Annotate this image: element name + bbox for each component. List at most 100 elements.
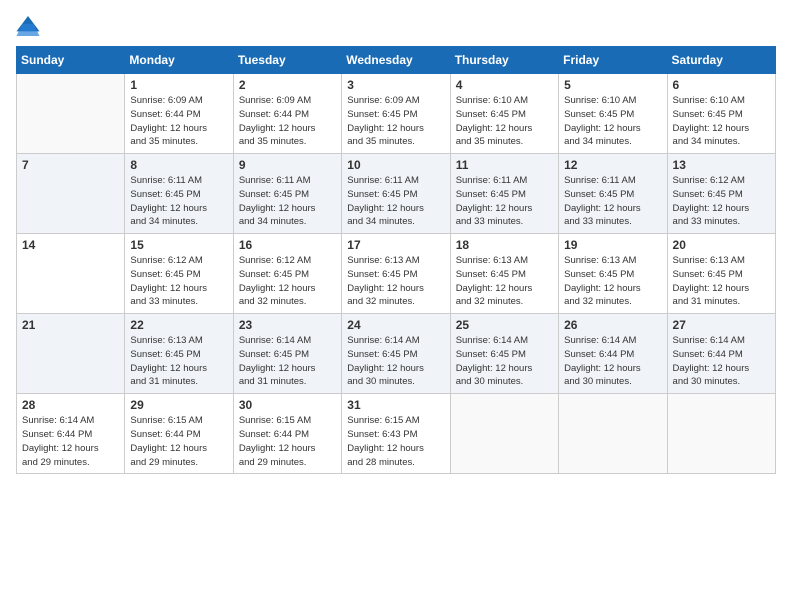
calendar-cell: 12 Sunrise: 6:11 AM Sunset: 6:45 PM Dayli… [559, 154, 667, 234]
calendar-cell: 17Sunrise: 6:13 AM Sunset: 6:45 PM Dayli… [342, 234, 450, 314]
day-info: Sunrise: 6:09 AM Sunset: 6:44 PM Dayligh… [239, 94, 336, 149]
day-header-wednesday: Wednesday [342, 47, 450, 74]
calendar-cell: 25Sunrise: 6:14 AM Sunset: 6:45 PM Dayli… [450, 314, 558, 394]
calendar-table: SundayMondayTuesdayWednesdayThursdayFrid… [16, 46, 776, 474]
day-info: Sunrise: 6:14 AM Sunset: 6:44 PM Dayligh… [673, 334, 770, 389]
calendar-cell: 5 Sunrise: 6:10 AM Sunset: 6:45 PM Daylig… [559, 74, 667, 154]
day-number: 13 [673, 158, 770, 172]
day-info: Sunrise: 6:10 AM Sunset: 6:45 PM Dayligh… [456, 94, 553, 149]
week-row-1: 1 Sunrise: 6:09 AM Sunset: 6:44 PM Daylig… [17, 74, 776, 154]
day-info: Sunrise: 6:14 AM Sunset: 6:44 PM Dayligh… [22, 414, 119, 469]
day-number: 22 [130, 318, 227, 332]
calendar-cell [667, 394, 775, 474]
day-info: Sunrise: 6:10 AM Sunset: 6:45 PM Dayligh… [564, 94, 661, 149]
calendar-cell: 26 Sunrise: 6:14 AM Sunset: 6:44 PM Dayli… [559, 314, 667, 394]
day-number: 29 [130, 398, 227, 412]
calendar-cell: 6Sunrise: 6:10 AM Sunset: 6:45 PM Daylig… [667, 74, 775, 154]
day-number: 3 [347, 78, 444, 92]
calendar-cell: 23 Sunrise: 6:14 AM Sunset: 6:45 PM Dayli… [233, 314, 341, 394]
calendar-cell: 21 [17, 314, 125, 394]
logo [16, 16, 44, 36]
day-number: 30 [239, 398, 336, 412]
day-header-thursday: Thursday [450, 47, 558, 74]
day-number: 31 [347, 398, 444, 412]
day-info: Sunrise: 6:11 AM Sunset: 6:45 PM Dayligh… [347, 174, 444, 229]
calendar-cell: 2 Sunrise: 6:09 AM Sunset: 6:44 PM Daylig… [233, 74, 341, 154]
day-info: Sunrise: 6:11 AM Sunset: 6:45 PM Dayligh… [130, 174, 227, 229]
calendar-cell: 24 Sunrise: 6:14 AM Sunset: 6:45 PM Dayli… [342, 314, 450, 394]
day-info: Sunrise: 6:15 AM Sunset: 6:44 PM Dayligh… [239, 414, 336, 469]
day-header-saturday: Saturday [667, 47, 775, 74]
day-info: Sunrise: 6:13 AM Sunset: 6:45 PM Dayligh… [347, 254, 444, 309]
calendar-cell: 8 Sunrise: 6:11 AM Sunset: 6:45 PM Daylig… [125, 154, 233, 234]
calendar-cell: 29 Sunrise: 6:15 AM Sunset: 6:44 PM Dayli… [125, 394, 233, 474]
day-info: Sunrise: 6:15 AM Sunset: 6:43 PM Dayligh… [347, 414, 444, 469]
day-number: 16 [239, 238, 336, 252]
day-number: 27 [673, 318, 770, 332]
calendar-cell: 7 [17, 154, 125, 234]
day-info: Sunrise: 6:12 AM Sunset: 6:45 PM Dayligh… [239, 254, 336, 309]
day-info: Sunrise: 6:12 AM Sunset: 6:45 PM Dayligh… [130, 254, 227, 309]
calendar-cell [450, 394, 558, 474]
day-header-friday: Friday [559, 47, 667, 74]
calendar-cell [17, 74, 125, 154]
day-number: 25 [456, 318, 553, 332]
week-row-2: 78 Sunrise: 6:11 AM Sunset: 6:45 PM Dayli… [17, 154, 776, 234]
day-number: 5 [564, 78, 661, 92]
calendar-cell: 31 Sunrise: 6:15 AM Sunset: 6:43 PM Dayli… [342, 394, 450, 474]
day-number: 4 [456, 78, 553, 92]
calendar-cell: 27 Sunrise: 6:14 AM Sunset: 6:44 PM Dayli… [667, 314, 775, 394]
week-row-3: 14 15 Sunrise: 6:12 AM Sunset: 6:45 PM Day… [17, 234, 776, 314]
day-info: Sunrise: 6:14 AM Sunset: 6:45 PM Dayligh… [347, 334, 444, 389]
day-number: 28 [22, 398, 119, 412]
calendar-cell: 28 Sunrise: 6:14 AM Sunset: 6:44 PM Dayli… [17, 394, 125, 474]
day-info: Sunrise: 6:12 AM Sunset: 6:45 PM Dayligh… [673, 174, 770, 229]
calendar-cell: 22Sunrise: 6:13 AM Sunset: 6:45 PM Dayli… [125, 314, 233, 394]
day-number: 6 [673, 78, 770, 92]
calendar-cell: 3Sunrise: 6:09 AM Sunset: 6:45 PM Daylig… [342, 74, 450, 154]
calendar-cell: 4 Sunrise: 6:10 AM Sunset: 6:45 PM Daylig… [450, 74, 558, 154]
calendar-cell: 15 Sunrise: 6:12 AM Sunset: 6:45 PM Dayli… [125, 234, 233, 314]
calendar-cell: 18 Sunrise: 6:13 AM Sunset: 6:45 PM Dayli… [450, 234, 558, 314]
day-number: 21 [22, 318, 119, 332]
calendar-cell: 10 Sunrise: 6:11 AM Sunset: 6:45 PM Dayli… [342, 154, 450, 234]
day-info: Sunrise: 6:13 AM Sunset: 6:45 PM Dayligh… [564, 254, 661, 309]
day-number: 12 [564, 158, 661, 172]
calendar-cell [559, 394, 667, 474]
day-number: 20 [673, 238, 770, 252]
calendar-cell: 1Sunrise: 6:09 AM Sunset: 6:44 PM Daylig… [125, 74, 233, 154]
day-info: Sunrise: 6:14 AM Sunset: 6:44 PM Dayligh… [564, 334, 661, 389]
calendar-cell: 20 Sunrise: 6:13 AM Sunset: 6:45 PM Dayli… [667, 234, 775, 314]
day-number: 2 [239, 78, 336, 92]
day-info: Sunrise: 6:14 AM Sunset: 6:45 PM Dayligh… [239, 334, 336, 389]
days-header-row: SundayMondayTuesdayWednesdayThursdayFrid… [17, 47, 776, 74]
day-number: 11 [456, 158, 553, 172]
day-info: Sunrise: 6:13 AM Sunset: 6:45 PM Dayligh… [673, 254, 770, 309]
day-number: 26 [564, 318, 661, 332]
day-number: 15 [130, 238, 227, 252]
day-number: 8 [130, 158, 227, 172]
day-header-monday: Monday [125, 47, 233, 74]
day-header-sunday: Sunday [17, 47, 125, 74]
day-info: Sunrise: 6:11 AM Sunset: 6:45 PM Dayligh… [564, 174, 661, 229]
day-header-tuesday: Tuesday [233, 47, 341, 74]
week-row-4: 21 22Sunrise: 6:13 AM Sunset: 6:45 PM Day… [17, 314, 776, 394]
day-number: 1 [130, 78, 227, 92]
day-info: Sunrise: 6:15 AM Sunset: 6:44 PM Dayligh… [130, 414, 227, 469]
day-number: 24 [347, 318, 444, 332]
calendar-cell: 16 Sunrise: 6:12 AM Sunset: 6:45 PM Dayli… [233, 234, 341, 314]
day-info: Sunrise: 6:11 AM Sunset: 6:45 PM Dayligh… [239, 174, 336, 229]
day-number: 7 [22, 158, 119, 172]
calendar-cell: 9Sunrise: 6:11 AM Sunset: 6:45 PM Daylig… [233, 154, 341, 234]
day-info: Sunrise: 6:13 AM Sunset: 6:45 PM Dayligh… [456, 254, 553, 309]
calendar-cell: 30 Sunrise: 6:15 AM Sunset: 6:44 PM Dayli… [233, 394, 341, 474]
day-number: 19 [564, 238, 661, 252]
calendar-cell: 11 Sunrise: 6:11 AM Sunset: 6:45 PM Dayli… [450, 154, 558, 234]
day-number: 14 [22, 238, 119, 252]
day-number: 10 [347, 158, 444, 172]
calendar-cell: 19 Sunrise: 6:13 AM Sunset: 6:45 PM Dayli… [559, 234, 667, 314]
calendar-cell: 14 [17, 234, 125, 314]
day-info: Sunrise: 6:11 AM Sunset: 6:45 PM Dayligh… [456, 174, 553, 229]
day-number: 18 [456, 238, 553, 252]
day-number: 23 [239, 318, 336, 332]
